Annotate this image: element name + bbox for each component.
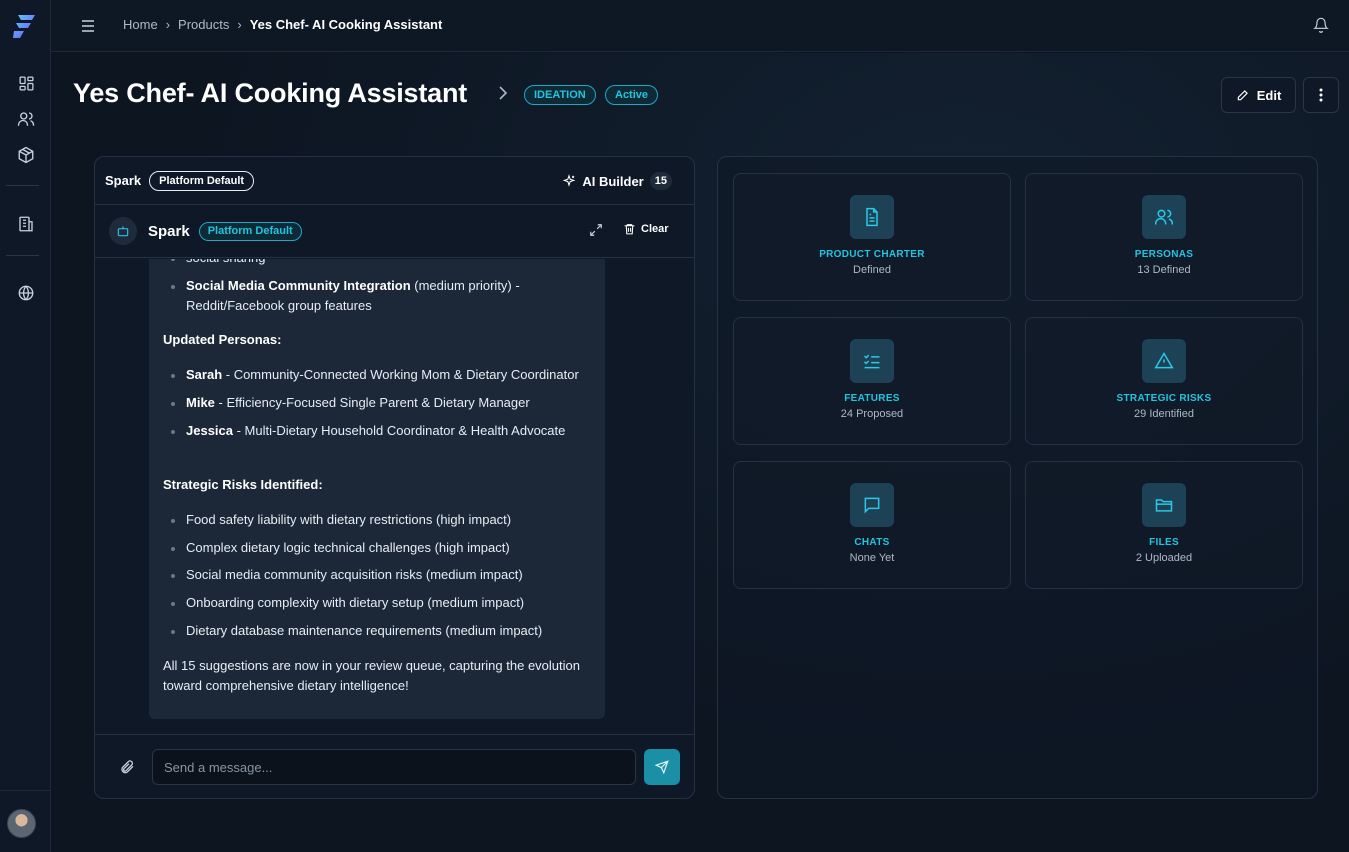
checklist-icon	[850, 339, 894, 383]
card-title: CHATS	[854, 537, 890, 548]
send-icon	[655, 760, 669, 774]
assistant-name: Spark	[105, 173, 142, 188]
send-button[interactable]	[644, 749, 680, 785]
pencil-icon	[1237, 90, 1248, 101]
message-list-block: Social Media Community Integration (medi…	[163, 276, 591, 316]
card-title: PRODUCT CHARTER	[819, 249, 925, 260]
card-subtitle: Defined	[853, 264, 891, 276]
list-item: Food safety liability with dietary restr…	[163, 510, 591, 530]
globe-icon[interactable]	[13, 280, 39, 306]
card-subtitle: None Yet	[849, 552, 895, 564]
risks-list: Food safety liability with dietary restr…	[163, 510, 591, 641]
edit-label: Edit	[1256, 87, 1282, 103]
card-personas[interactable]: PERSONAS 13 Defined	[1025, 173, 1303, 301]
status-badge: Active	[605, 85, 659, 105]
agent-name: Spark	[148, 222, 190, 240]
personas-icon	[1142, 195, 1186, 239]
chevron-right-icon: ›	[237, 17, 242, 32]
bot-icon	[109, 217, 137, 245]
clear-label: Clear	[641, 223, 669, 235]
card-title: STRATEGIC RISKS	[1116, 393, 1212, 404]
chat-panel: Spark Platform Default AI Builder 15 Spa…	[94, 156, 695, 799]
card-title: FEATURES	[844, 393, 900, 404]
overview-panel: PRODUCT CHARTER Defined PERSONAS 13 Defi…	[717, 156, 1318, 799]
breadcrumb: Home › Products › Yes Chef- AI Cooking A…	[123, 17, 442, 32]
bell-icon[interactable]	[1313, 17, 1329, 35]
chevron-right-icon[interactable]	[498, 86, 508, 105]
sidebar-divider	[0, 790, 51, 791]
breadcrumb-products[interactable]: Products	[178, 17, 229, 32]
card-title: PERSONAS	[1134, 249, 1194, 260]
card-subtitle: 13 Defined	[1137, 264, 1191, 276]
dashboard-icon[interactable]	[13, 70, 39, 96]
stage-badge: IDEATION	[524, 85, 596, 105]
list-item: Onboarding complexity with dietary setup…	[163, 593, 591, 613]
menu-icon[interactable]	[81, 14, 101, 38]
assistant-message: social sharing Social Media Community In…	[149, 259, 605, 719]
message-list-block: social sharing	[163, 259, 591, 268]
chat-icon	[850, 483, 894, 527]
risks-heading: Strategic Risks Identified:	[163, 477, 323, 492]
document-icon	[850, 195, 894, 239]
card-product-charter[interactable]: PRODUCT CHARTER Defined	[733, 173, 1011, 301]
card-subtitle: 29 Identified	[1134, 408, 1194, 420]
brand-logo[interactable]	[6, 8, 42, 44]
more-vertical-icon	[1319, 88, 1323, 102]
chevron-right-icon: ›	[165, 17, 171, 32]
edit-button[interactable]: Edit	[1221, 77, 1296, 113]
composer	[95, 734, 694, 798]
list-item: Sarah - Community-Connected Working Mom …	[163, 365, 591, 385]
list-item: Complex dietary logic technical challeng…	[163, 538, 591, 558]
warning-icon	[1142, 339, 1186, 383]
card-features[interactable]: FEATURES 24 Proposed	[733, 317, 1011, 445]
ai-builder-count: 15	[649, 172, 672, 190]
trash-icon	[624, 224, 635, 235]
folder-icon	[1142, 483, 1186, 527]
platform-default-pill: Platform Default	[149, 170, 255, 191]
agent-pill: Platform Default	[198, 221, 302, 241]
users-icon[interactable]	[13, 106, 39, 132]
sidebar	[0, 0, 51, 852]
chat-header: Spark Platform Default AI Builder 15	[95, 157, 694, 205]
breadcrumb-home[interactable]: Home	[123, 17, 158, 32]
ai-builder-label: AI Builder	[582, 173, 644, 189]
personas-heading: Updated Personas:	[163, 332, 282, 347]
box-icon[interactable]	[13, 142, 39, 168]
page-title: Yes Chef- AI Cooking Assistant	[73, 78, 468, 108]
card-subtitle: 2 Uploaded	[1135, 552, 1193, 564]
paperclip-icon[interactable]	[119, 759, 135, 777]
list-item: Social media community acquisition risks…	[163, 565, 591, 585]
list-item: Dietary database maintenance requirement…	[163, 621, 591, 641]
list-item: Mike - Efficiency-Focused Single Parent …	[163, 393, 591, 413]
sidebar-divider	[6, 255, 39, 256]
card-chats[interactable]: CHATS None Yet	[733, 461, 1011, 589]
sidebar-divider	[6, 185, 39, 186]
message-list: social sharing Social Media Community In…	[95, 259, 694, 735]
avatar[interactable]	[7, 809, 36, 838]
ai-builder-button[interactable]: AI Builder 15	[562, 172, 672, 190]
closing-text: All 15 suggestions are now in your revie…	[163, 658, 580, 693]
card-strategic-risks[interactable]: STRATEGIC RISKS 29 Identified	[1025, 317, 1303, 445]
list-item: Jessica - Multi-Dietary Household Coordi…	[163, 421, 591, 441]
card-subtitle: 24 Proposed	[840, 408, 904, 420]
message-input[interactable]	[152, 749, 636, 785]
list-item: Social Media Community Integration (medi…	[163, 276, 591, 316]
expand-icon[interactable]	[589, 223, 605, 239]
sparkles-icon	[563, 174, 576, 187]
building-icon[interactable]	[13, 211, 39, 237]
breadcrumb-current: Yes Chef- AI Cooking Assistant	[249, 17, 443, 32]
top-bar: Home › Products › Yes Chef- AI Cooking A…	[51, 0, 1349, 52]
more-options-button[interactable]	[1303, 77, 1339, 113]
card-title: FILES	[1149, 537, 1179, 548]
clear-button[interactable]: Clear	[623, 222, 669, 236]
card-files[interactable]: FILES 2 Uploaded	[1025, 461, 1303, 589]
list-item: social sharing	[163, 259, 591, 268]
personas-list: Sarah - Community-Connected Working Mom …	[163, 365, 591, 441]
